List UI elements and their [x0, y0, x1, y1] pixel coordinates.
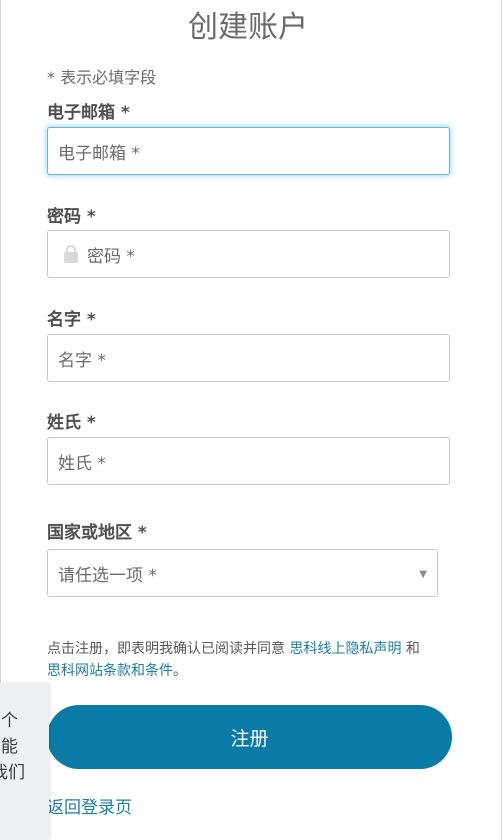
last-name-field[interactable]: 姓氏 * — [47, 437, 450, 485]
side-panel-line-3: 我们 — [0, 763, 25, 783]
email-field[interactable]: 电子邮箱 * — [47, 127, 450, 175]
first-name-field[interactable]: 名字 * — [47, 334, 450, 382]
country-placeholder: 请任选一项 * — [58, 565, 157, 586]
side-panel-line-1: 个 — [1, 711, 18, 731]
password-placeholder: 密码 * — [87, 246, 135, 267]
legal-suffix: 。 — [173, 663, 187, 679]
last-name-label: 姓氏 * — [47, 413, 96, 433]
required-field-note: * 表示必填字段 — [47, 68, 157, 87]
chevron-down-icon: ▼ — [419, 569, 427, 580]
page-border-right — [501, 0, 502, 840]
first-name-label: 名字 * — [47, 310, 96, 330]
page-title: 创建账户 — [188, 10, 308, 45]
legal-notice: 点击注册，即表明我确认已阅读并同意 思科线上隐私声明 和 思科网站条款和条件。 — [47, 638, 457, 682]
email-placeholder: 电子邮箱 * — [58, 143, 140, 164]
password-label: 密码 * — [47, 207, 96, 227]
privacy-statement-link[interactable]: 思科线上隐私声明 — [289, 641, 401, 657]
country-label: 国家或地区 * — [47, 523, 147, 543]
back-to-login-link[interactable]: 返回登录页 — [47, 793, 132, 818]
legal-prefix: 点击注册，即表明我确认已阅读并同意 — [47, 641, 285, 657]
last-name-placeholder: 姓氏 * — [58, 453, 106, 474]
register-button[interactable]: 注册 — [47, 705, 452, 769]
legal-conjunction: 和 — [405, 641, 420, 657]
password-field[interactable]: 密码 * — [47, 230, 450, 278]
country-select[interactable]: 请任选一项 * ▼ — [47, 549, 438, 597]
first-name-placeholder: 名字 * — [58, 350, 106, 371]
side-panel-line-2: 能 — [1, 737, 18, 757]
terms-link[interactable]: 思科网站条款和条件 — [47, 663, 173, 679]
email-label: 电子邮箱 * — [47, 103, 130, 123]
side-popup-panel[interactable]: 个 能 我们 — [0, 683, 49, 840]
lock-icon — [64, 245, 78, 263]
